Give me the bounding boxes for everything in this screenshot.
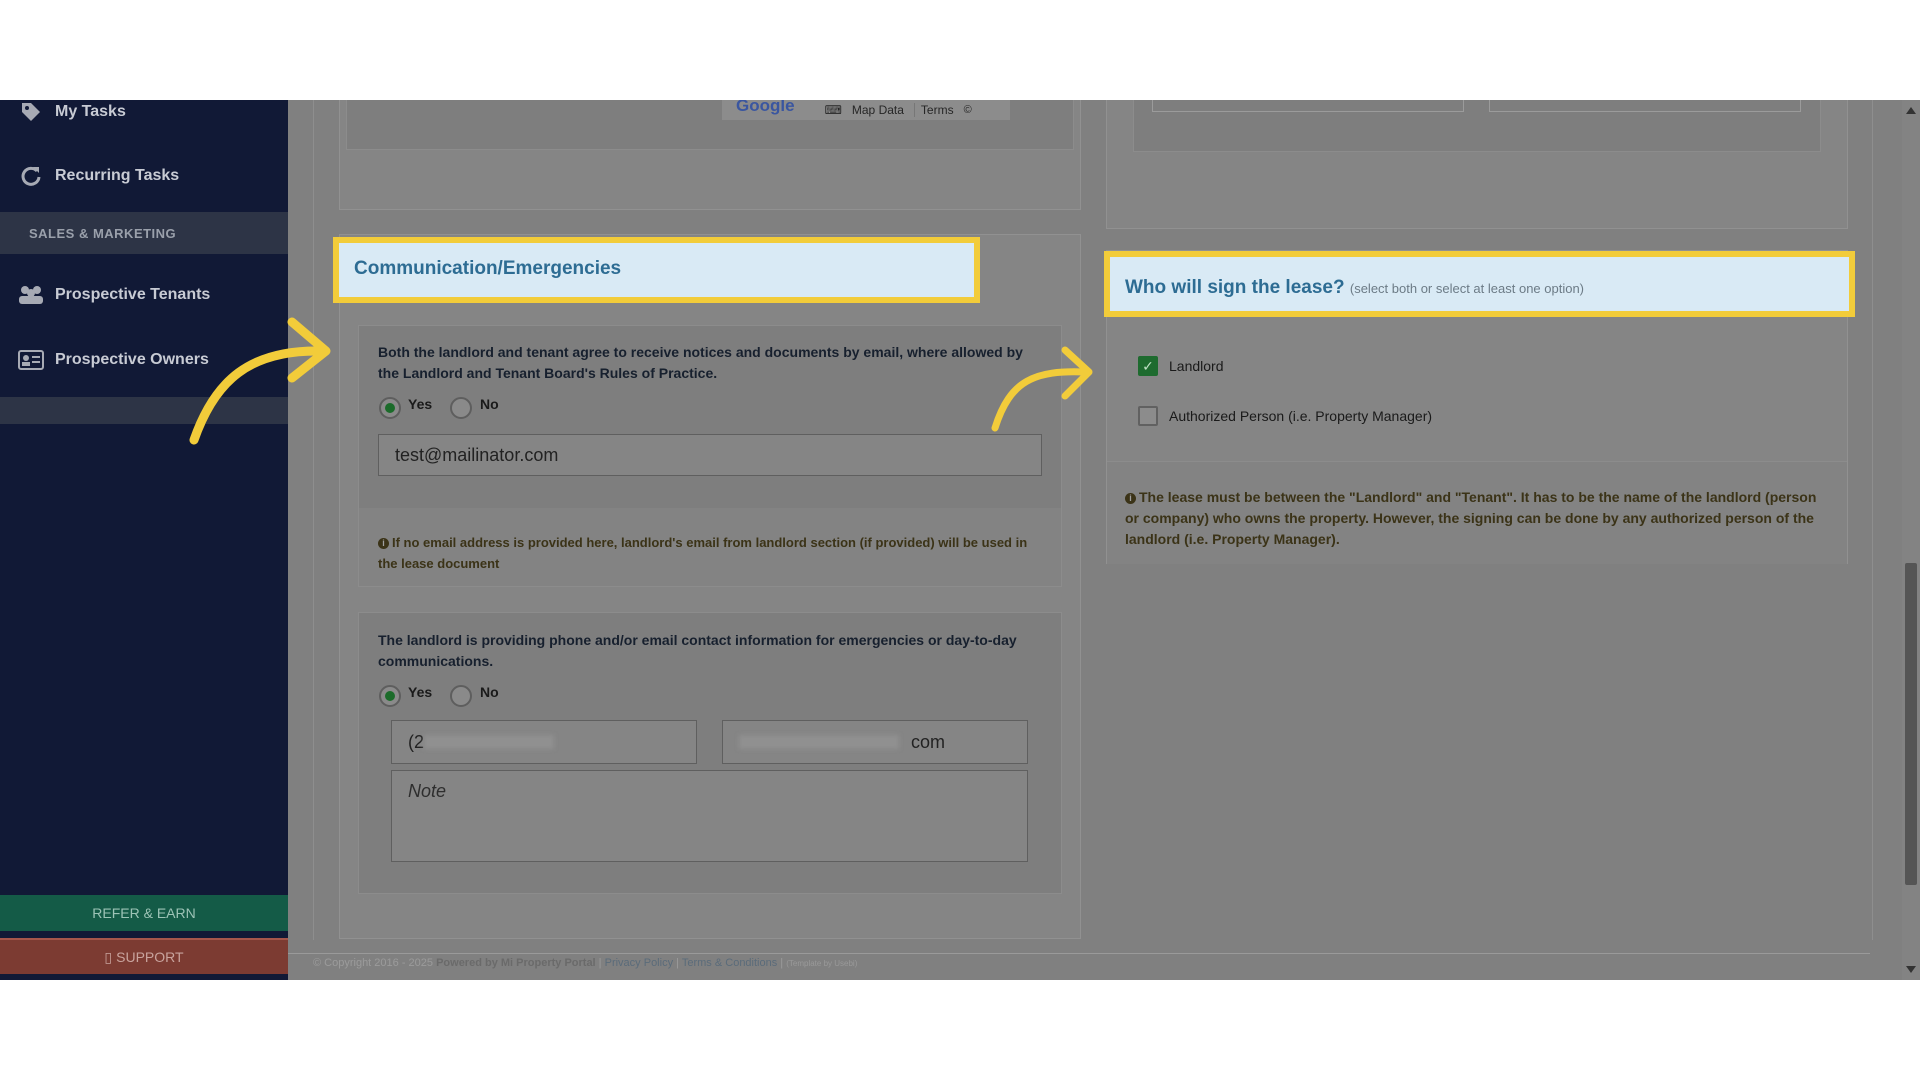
book-icon: ▯ — [104, 948, 113, 965]
contact-email-input[interactable]: com — [722, 720, 1028, 764]
refer-and-earn-button[interactable]: REFER & EARN — [0, 895, 288, 931]
copyright-text: © Copyright 2016 - 2025 — [313, 957, 434, 969]
email-info-text: i If no email address is provided here, l… — [378, 535, 1028, 571]
app-window: My Tasks Recurring Tasks SALES & MARKETI… — [0, 100, 1920, 980]
template-credit: (Template by Usebi) — [786, 959, 858, 968]
annotation-arrow-icon — [991, 346, 1093, 432]
email-yes-radio[interactable] — [379, 397, 401, 419]
authorized-person-checkbox[interactable] — [1138, 406, 1158, 426]
scroll-up-icon[interactable] — [1906, 107, 1916, 114]
annotation-arrow-icon — [189, 317, 331, 445]
emergency-no-label[interactable]: No — [480, 684, 499, 700]
users-icon — [18, 282, 44, 308]
input-field[interactable] — [1489, 100, 1801, 112]
footer-divider — [288, 953, 1870, 954]
terms-conditions-link[interactable]: Terms & Conditions — [682, 957, 777, 969]
communication-header: Communication/Emergencies — [333, 237, 980, 303]
authorized-person-label[interactable]: Authorized Person (i.e. Property Manager… — [1169, 408, 1432, 424]
scrollbar-thumb[interactable] — [1905, 563, 1917, 885]
redacted-text — [739, 735, 899, 749]
email-yes-label[interactable]: Yes — [408, 396, 432, 412]
phone-input[interactable]: (2 — [391, 720, 697, 764]
phone-value: (2 — [408, 731, 425, 752]
signers-title: Who will sign the lease? (select both or… — [1125, 277, 1585, 298]
content-border — [1872, 100, 1873, 940]
id-card-icon — [18, 347, 44, 373]
info-icon: i — [378, 538, 389, 550]
notice-email-input[interactable]: test@mailinator.com — [378, 434, 1042, 476]
powered-by-text: Powered by Mi Property Portal — [436, 957, 596, 969]
email-no-label[interactable]: No — [480, 396, 499, 412]
check-icon: ✓ — [1142, 357, 1154, 374]
email-no-radio[interactable] — [450, 397, 472, 419]
landlord-label[interactable]: Landlord — [1169, 358, 1224, 374]
sidebar-item-label: Recurring Tasks — [55, 167, 180, 184]
emergency-yes-label[interactable]: Yes — [408, 684, 432, 700]
emergency-question: The landlord is providing phone and/or e… — [378, 632, 1017, 669]
footer: © Copyright 2016 - 2025 Powered by Mi Pr… — [313, 957, 858, 969]
refresh-icon — [18, 163, 44, 189]
landlord-checkbox[interactable]: ✓ — [1138, 356, 1158, 376]
emergency-no-radio[interactable] — [450, 685, 472, 707]
privacy-policy-link[interactable]: Privacy Policy — [605, 957, 673, 969]
content-border — [313, 100, 314, 940]
emergency-yes-radio[interactable] — [379, 685, 401, 707]
sidebar-item-recurring-tasks[interactable]: Recurring Tasks — [0, 151, 288, 201]
redacted-text — [424, 735, 555, 749]
copyright-icon: © — [963, 104, 972, 116]
contact-email-value: com — [911, 731, 946, 752]
sidebar-item-my-tasks[interactable]: My Tasks — [0, 100, 288, 137]
communication-title: Communication/Emergencies — [354, 258, 622, 279]
support-label: SUPPORT — [116, 949, 184, 965]
support-button[interactable]: ▯ SUPPORT — [0, 938, 288, 974]
note-placeholder: Note — [408, 781, 447, 801]
map-attribution: Google ⌨ Map Data Terms © — [722, 100, 1010, 120]
signers-hint: (select both or select at least one opti… — [1349, 281, 1585, 296]
vertical-scrollbar[interactable] — [1902, 100, 1920, 980]
keyboard-icon[interactable]: ⌨ — [825, 103, 842, 117]
terms-link[interactable]: Terms — [913, 103, 954, 117]
google-logo: Google — [736, 100, 795, 115]
note-textarea[interactable]: Note — [391, 770, 1028, 862]
sidebar-item-label: My Tasks — [55, 103, 126, 120]
tag-icon — [18, 100, 44, 125]
signers-info-text: i The lease must be between the "Landlord… — [1125, 489, 1817, 547]
input-field[interactable] — [1152, 100, 1464, 112]
signers-header: Who will sign the lease? (select both or… — [1104, 251, 1855, 317]
email-notices-question: Both the landlord and tenant agree to re… — [378, 344, 1023, 381]
scroll-down-icon[interactable] — [1906, 966, 1916, 973]
info-icon: i — [1125, 492, 1136, 504]
notice-email-value: test@mailinator.com — [395, 444, 559, 465]
map-data-link[interactable]: Map Data — [852, 103, 904, 117]
